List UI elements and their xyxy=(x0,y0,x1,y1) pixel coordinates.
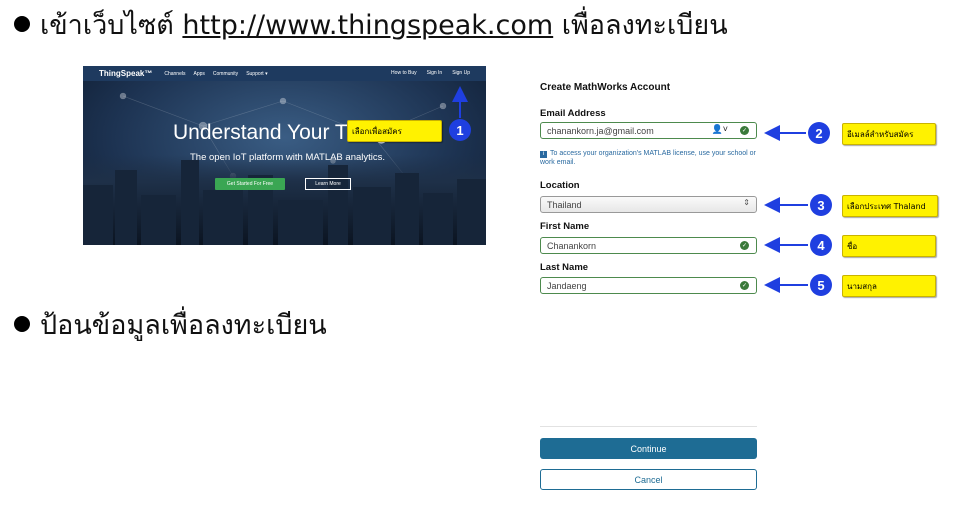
location-value: Thailand xyxy=(547,199,582,210)
continue-button[interactable]: Continue xyxy=(540,438,757,459)
thingspeak-screenshot: ThingSpeak™ Channels Apps Community Supp… xyxy=(83,66,486,245)
hero-subtitle: The open IoT platform with MATLAB analyt… xyxy=(190,152,386,163)
last-name-field[interactable]: Jandaeng ✓ xyxy=(540,277,757,294)
city-skyline xyxy=(83,155,486,245)
cancel-button[interactable]: Cancel xyxy=(540,469,757,490)
bullet1-text: เข้าเว็บไซต์ xyxy=(40,10,174,41)
nav-channels[interactable]: Channels xyxy=(164,71,185,77)
check-icon: ✓ xyxy=(740,126,749,135)
bullet1-tail: เพื่อลงทะเบียน xyxy=(561,10,728,41)
form-title: Create MathWorks Account xyxy=(540,82,671,93)
first-name-field[interactable]: Chanankorn ✓ xyxy=(540,237,757,254)
location-select[interactable]: Thailand ⇕ xyxy=(540,196,757,213)
bullet-visit-site: เข้าเว็บไซต์ http://www.thingspeak.com เ… xyxy=(14,12,728,39)
nav-apps[interactable]: Apps xyxy=(193,71,204,77)
thingspeak-link[interactable]: http://www.thingspeak.com xyxy=(182,10,553,41)
step-badge-3: 3 xyxy=(810,194,832,216)
callout-first-name: ชื่อ xyxy=(842,235,936,257)
get-started-button[interactable]: Get Started For Free xyxy=(215,178,285,190)
select-arrows-icon: ⇕ xyxy=(743,198,750,207)
step-badge-2: 2 xyxy=(808,122,830,144)
email-hint: i To access your organization's MATLAB li… xyxy=(540,149,760,167)
thingspeak-logo[interactable]: ThingSpeak™ xyxy=(99,69,152,78)
learn-more-button[interactable]: Learn More xyxy=(305,178,351,190)
nav-sign-in[interactable]: Sign In xyxy=(427,70,443,76)
check-icon: ✓ xyxy=(740,241,749,250)
step-badge-5: 5 xyxy=(810,274,832,296)
last-name-value: Jandaeng xyxy=(547,280,587,291)
bullet2-text: ป้อนข้อมูลเพื่อลงทะเบียน xyxy=(40,310,327,341)
first-name-value: Chanankorn xyxy=(547,240,597,251)
email-field[interactable]: chanankorn.ja@gmail.com 👤˅ ✓ xyxy=(540,122,757,139)
step-badge-4: 4 xyxy=(810,234,832,256)
nav-sign-up[interactable]: Sign Up xyxy=(452,70,470,76)
callout-email: อีเมลล์สำหรับสมัคร xyxy=(842,123,936,145)
person-icon[interactable]: 👤˅ xyxy=(712,124,728,135)
first-name-label: First Name xyxy=(540,221,590,232)
callout-country: เลือกประเทศ Thaland xyxy=(842,195,938,217)
nav-community[interactable]: Community xyxy=(213,71,238,77)
email-value: chanankorn.ja@gmail.com xyxy=(547,125,654,136)
thingspeak-navbar: ThingSpeak™ Channels Apps Community Supp… xyxy=(83,66,486,81)
step-badge-1: 1 xyxy=(449,119,471,141)
bullet-enter-data: ป้อนข้อมูลเพื่อลงทะเบียน xyxy=(14,312,327,339)
last-name-label: Last Name xyxy=(540,262,589,273)
email-label: Email Address xyxy=(540,108,606,119)
callout-last-name: นามสกุล xyxy=(842,275,936,297)
callout-select-signup: เลือกเพื่อสมัคร xyxy=(347,120,442,142)
bullet-dot-icon xyxy=(14,15,30,32)
form-divider xyxy=(540,426,757,427)
email-hint-text: To access your organization's MATLAB lic… xyxy=(540,150,756,166)
location-label: Location xyxy=(540,180,580,191)
bullet-dot-icon xyxy=(14,315,30,332)
nav-how-to-buy[interactable]: How to Buy xyxy=(391,70,417,76)
check-icon: ✓ xyxy=(740,281,749,290)
info-icon: i xyxy=(540,151,547,158)
nav-support[interactable]: Support ▾ xyxy=(246,71,267,77)
